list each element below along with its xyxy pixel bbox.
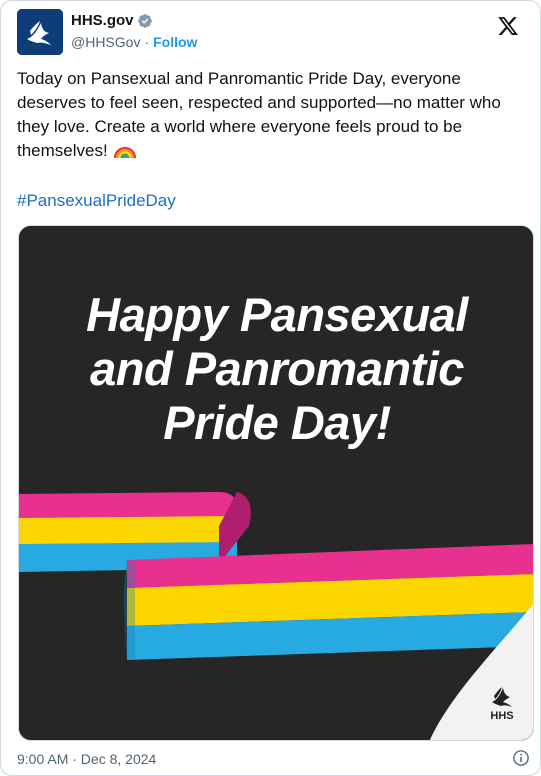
- tweet-text-block: Today on Pansexual and Panromantic Pride…: [17, 67, 527, 163]
- headline-line-1: Happy Pansexual: [86, 288, 468, 341]
- handle-row: @HHSGov · Follow: [71, 34, 197, 50]
- headline-line-3: Pride Day!: [163, 396, 391, 449]
- tweet-text: Today on Pansexual and Panromantic Pride…: [17, 69, 501, 160]
- verified-badge-icon: [137, 13, 153, 29]
- follow-button[interactable]: Follow: [153, 34, 197, 50]
- name-row: HHS.gov: [71, 12, 153, 29]
- hhs-eagle-icon: [17, 9, 63, 55]
- tweet-media-image[interactable]: Happy Pansexual and Panromantic Pride Da…: [18, 225, 534, 741]
- separator: ·: [144, 34, 150, 50]
- hashtag-link[interactable]: #PansexualPrideDay: [17, 189, 176, 213]
- headline-line-2: and Panromantic: [90, 342, 464, 395]
- hhs-logo-label: HHS: [490, 710, 514, 722]
- hhs-eagle-icon: [492, 687, 512, 707]
- avatar[interactable]: [17, 9, 63, 55]
- media-headline: Happy Pansexual and Panromantic Pride Da…: [19, 288, 533, 450]
- info-icon[interactable]: [512, 749, 530, 767]
- hhs-logo: HHS: [485, 682, 519, 728]
- display-name[interactable]: HHS.gov: [71, 12, 134, 29]
- rainbow-icon: [114, 143, 137, 159]
- handle[interactable]: @HHSGov: [71, 34, 140, 50]
- tweet-card: HHS.gov @HHSGov · Follow Today on Pansexua…: [0, 0, 541, 776]
- tweet-header: HHS.gov @HHSGov · Follow: [17, 9, 527, 57]
- tweet-timestamp[interactable]: 9:00 AM · Dec 8, 2024: [17, 751, 156, 767]
- x-logo-icon[interactable]: [497, 15, 519, 37]
